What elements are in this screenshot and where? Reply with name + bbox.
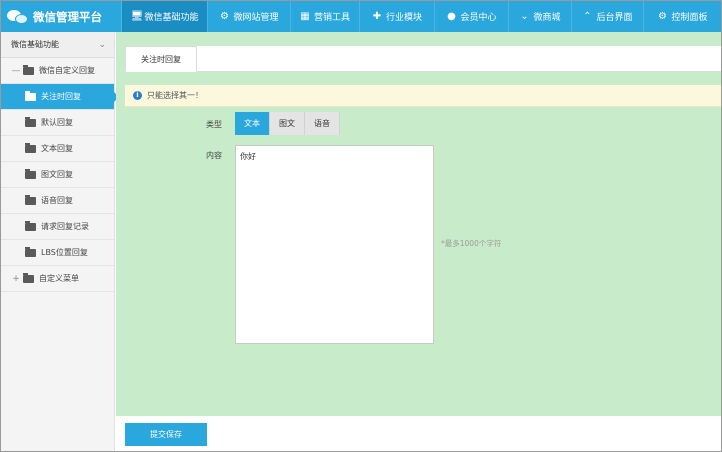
wechat-logo-icon [7, 8, 29, 26]
app-logo[interactable]: 微信管理平台 [1, 1, 121, 32]
gear-icon: ⚙ [220, 10, 229, 22]
folder-icon [23, 272, 34, 283]
nav-item-industry[interactable]: ✚ 行业模块 [359, 1, 434, 32]
gift-icon: ▦ [300, 10, 310, 22]
sidebar-header[interactable]: 微信基础功能 ⌄ [1, 32, 114, 58]
folder-icon [25, 142, 36, 153]
type-news-button[interactable]: 图文 [270, 112, 305, 135]
tab-bar: 关注时回复 [125, 46, 721, 72]
sidebar-item-label: 请求回复记录 [41, 222, 89, 231]
notice-bar: i 只能选择其一！ [125, 85, 721, 107]
sidebar-item-label: 语音回复 [41, 196, 73, 205]
gear-icon: ⚙ [658, 10, 667, 22]
info-icon: i [133, 91, 142, 100]
sidebar: 微信基础功能 ⌄ — 微信自定义回复 关注时回复 默认回复 文本回复 图文回复 … [1, 32, 119, 451]
folder-icon [25, 246, 36, 257]
top-navigation: 微信管理平台 🖥 微信基础功能 ⚙ 微网站管理 ▦ 营销工具 ✚ 行业模块 ● … [1, 1, 721, 32]
content-label: 内容 [206, 151, 222, 160]
sidebar-item-news-reply[interactable]: 图文回复 [1, 162, 114, 188]
folder-icon [23, 64, 34, 75]
nav-item-control-panel[interactable]: ⚙ 控制面板 [643, 1, 721, 32]
sidebar-group-custom-reply[interactable]: — 微信自定义回复 [1, 58, 114, 84]
sidebar-item-label: 默认回复 [41, 118, 73, 127]
main-panel: 关注时回复 i 只能选择其一！ 类型 文本 图文 语音 内容 你好 *最多100… [116, 32, 721, 451]
sidebar-item-text-reply[interactable]: 文本回复 [1, 136, 114, 162]
nav-item-mall[interactable]: ⌄ 微商城 [508, 1, 571, 32]
sidebar-item-follow-reply[interactable]: 关注时回复 [1, 84, 119, 110]
sidebar-item-voice-reply[interactable]: 语音回复 [1, 188, 114, 214]
chevron-down-icon: ⌄ [98, 39, 106, 50]
notice-text: 只能选择其一！ [147, 91, 203, 100]
sidebar-item-label: LBS位置回复 [41, 248, 88, 257]
app-title: 微信管理平台 [33, 9, 102, 24]
sidebar-header-label: 微信基础功能 [11, 40, 59, 49]
type-label: 类型 [206, 120, 222, 129]
nav-item-backend-ui[interactable]: ⌃ 后台界面 [571, 1, 643, 32]
folder-icon [25, 90, 36, 101]
sidebar-item-lbs-reply[interactable]: LBS位置回复 [1, 240, 114, 266]
char-limit-hint: *最多1000个字符 [441, 239, 502, 248]
chevron-down-icon: ⌄ [520, 10, 529, 22]
submit-save-button[interactable]: 提交保存 [125, 423, 207, 446]
sidebar-group-label: 自定义菜单 [39, 274, 79, 283]
sidebar-item-label: 文本回复 [41, 144, 73, 153]
collapse-icon: — [11, 65, 21, 76]
tab-follow-reply[interactable]: 关注时回复 [125, 46, 197, 72]
puzzle-icon: ✚ [372, 10, 382, 22]
folder-icon [25, 116, 36, 127]
monitor-icon: 🖥 [130, 10, 144, 22]
chevron-up-icon: ⌃ [583, 10, 592, 22]
footer-bar: 提交保存 [116, 416, 721, 451]
user-icon: ● [447, 10, 456, 22]
type-selector: 文本 图文 语音 [235, 112, 340, 135]
nav-item-microsite[interactable]: ⚙ 微网站管理 [207, 1, 290, 32]
folder-icon [25, 220, 36, 231]
type-text-button[interactable]: 文本 [235, 112, 270, 135]
sidebar-item-label: 图文回复 [41, 170, 73, 179]
nav-item-member-center[interactable]: ● 会员中心 [434, 1, 508, 32]
sidebar-group-label: 微信自定义回复 [39, 66, 95, 75]
nav-item-basic-functions[interactable]: 🖥 微信基础功能 [121, 1, 207, 32]
nav-item-marketing[interactable]: ▦ 营销工具 [290, 1, 359, 32]
folder-icon [25, 194, 36, 205]
sidebar-item-request-log[interactable]: 请求回复记录 [1, 214, 114, 240]
sidebar-group-custom-menu[interactable]: + 自定义菜单 [1, 266, 114, 292]
sidebar-item-label: 关注时回复 [41, 92, 81, 101]
sidebar-item-default-reply[interactable]: 默认回复 [1, 110, 114, 136]
folder-icon [25, 168, 36, 179]
expand-icon: + [12, 273, 20, 284]
content-textarea[interactable]: 你好 [235, 145, 434, 344]
type-voice-button[interactable]: 语音 [305, 112, 340, 135]
